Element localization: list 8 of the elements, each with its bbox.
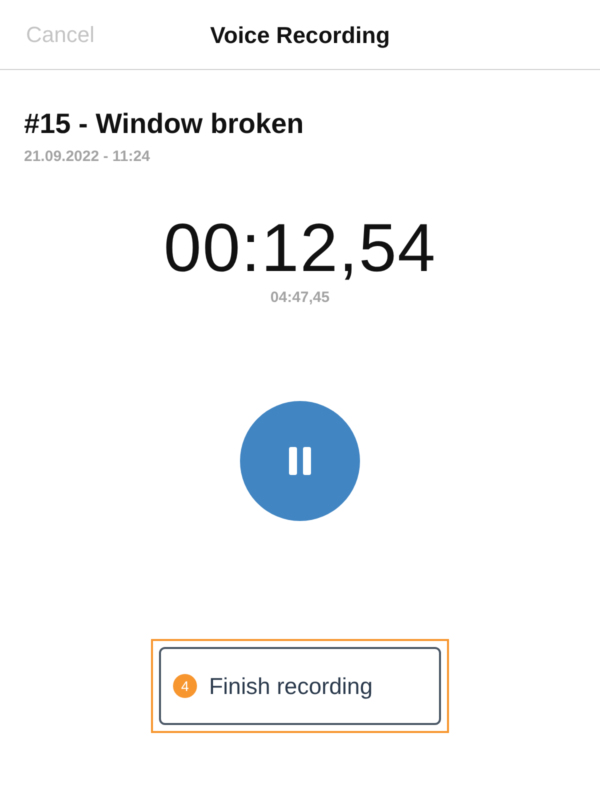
pause-icon bbox=[289, 447, 311, 475]
finish-recording-button[interactable]: 4 Finish recording bbox=[159, 647, 441, 725]
remaining-time: 04:47,45 bbox=[270, 289, 330, 306]
ticket-title: #15 - Window broken bbox=[24, 108, 304, 140]
ticket-date: 21.09.2022 - 11:24 bbox=[24, 148, 150, 165]
elapsed-time: 00:12,54 bbox=[164, 209, 436, 287]
step-badge: 4 bbox=[173, 674, 197, 698]
screen-title: Voice Recording bbox=[210, 22, 390, 48]
